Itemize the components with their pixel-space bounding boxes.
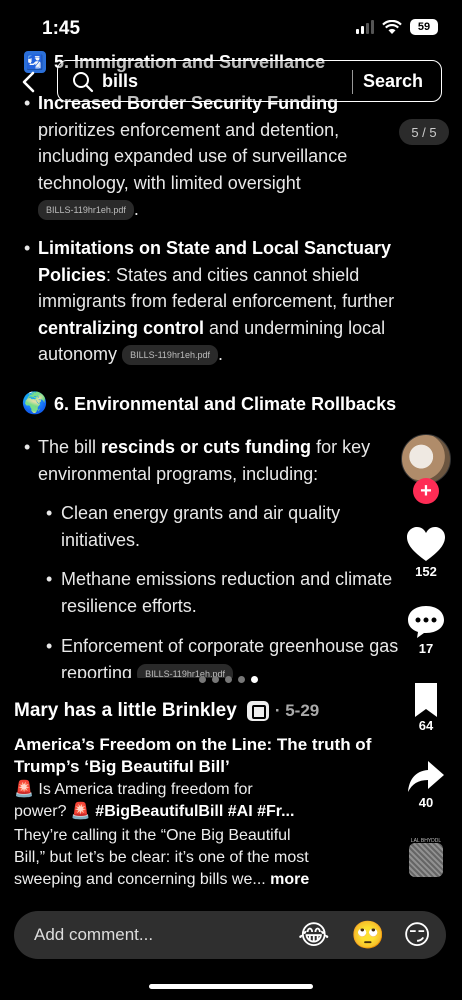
share-count: 40 xyxy=(418,795,434,810)
comment-bar[interactable]: Add comment... 😂 🙄 😏 xyxy=(14,911,446,959)
signal-icon xyxy=(356,20,374,34)
caption-line: sweeping and concerning bills we... more xyxy=(14,871,310,888)
follow-button[interactable]: + xyxy=(413,478,439,504)
author-badge-icon xyxy=(246,701,269,721)
more-link[interactable]: more xyxy=(270,871,309,888)
laugh-emoji-button[interactable]: 😂 xyxy=(298,919,330,951)
divider xyxy=(352,70,353,94)
wifi-icon xyxy=(382,19,402,34)
author-row: Mary has a little Brinkley · 5-29 xyxy=(14,700,319,722)
status-bar: 1:45 59 xyxy=(0,0,462,50)
caption-line: 🚨 Is America trading freedom for xyxy=(14,781,253,798)
home-indicator xyxy=(149,984,313,989)
save-count: 64 xyxy=(418,718,434,733)
bullet-rescinds-funding: • The bill rescinds or cuts funding for … xyxy=(24,437,371,484)
author-name[interactable]: Mary has a little Brinkley xyxy=(14,700,237,722)
section-heading-environment: 🌍 6. Environmental and Climate Rollbacks xyxy=(21,392,397,415)
eye-roll-emoji-button[interactable]: 🙄 xyxy=(351,919,385,951)
like-count: 152 xyxy=(415,564,437,579)
post-date: · 5-29 xyxy=(274,701,320,720)
pdf-source-chip[interactable]: BILLS-119hr1eh.pdf xyxy=(122,345,218,366)
document-content: 🛂 5. Immigration and Surveillance • Incr… xyxy=(0,48,462,678)
search-icon xyxy=(73,72,94,93)
search-button[interactable]: Search xyxy=(363,71,423,92)
heart-icon[interactable] xyxy=(406,527,446,563)
music-disc[interactable] xyxy=(409,843,443,877)
section-title: 6. Environmental and Climate Rollbacks xyxy=(54,393,397,414)
comment-icon[interactable] xyxy=(406,604,446,640)
back-arrow-icon[interactable] xyxy=(18,70,42,94)
sub-bullet-greenhouse: • Enforcement of corporate greenhouse ga… xyxy=(46,633,446,678)
carousel-dots[interactable] xyxy=(199,676,258,683)
pdf-source-chip[interactable]: BILLS-119hr1eh.pdf xyxy=(38,200,134,221)
smirk-emoji-button[interactable]: 😏 xyxy=(403,919,431,951)
search-input[interactable]: bills xyxy=(102,71,138,92)
comment-input[interactable]: Add comment... xyxy=(34,925,153,945)
search-bar[interactable]: bills Search xyxy=(57,60,442,102)
caption-line: Bill,” but let’s be clear: it’s one of t… xyxy=(14,849,309,866)
share-icon[interactable] xyxy=(406,759,446,795)
battery-icon: 59 xyxy=(410,19,438,35)
hashtags[interactable]: #BigBeautifulBill #AI #Fr... xyxy=(95,803,294,820)
globe-icon: 🌍 xyxy=(21,392,49,415)
post-title: America’s Freedom on the Line: The truth… xyxy=(14,735,372,776)
bullet-border-security: • Increased Border Security Funding prio… xyxy=(24,93,348,221)
caption-line: power? 🚨 #BigBeautifulBill #AI #Fr... xyxy=(14,803,295,820)
caption-line: They’re calling it the “One Big Beautifu… xyxy=(14,827,291,844)
bookmark-icon[interactable] xyxy=(406,682,446,718)
bullet-sanctuary-policies: • Limitations on State and Local Sanctua… xyxy=(24,238,395,366)
avatar[interactable] xyxy=(401,434,451,484)
page-indicator: 5 / 5 xyxy=(399,119,449,145)
comment-count: 17 xyxy=(418,641,434,656)
status-time: 1:45 xyxy=(42,18,81,39)
status-icons: 59 xyxy=(356,19,438,35)
sub-bullet-clean-energy: • Clean energy grants and air quality ini… xyxy=(46,503,341,550)
sub-bullet-methane: • Methane emissions reduction and climat… xyxy=(46,569,393,616)
